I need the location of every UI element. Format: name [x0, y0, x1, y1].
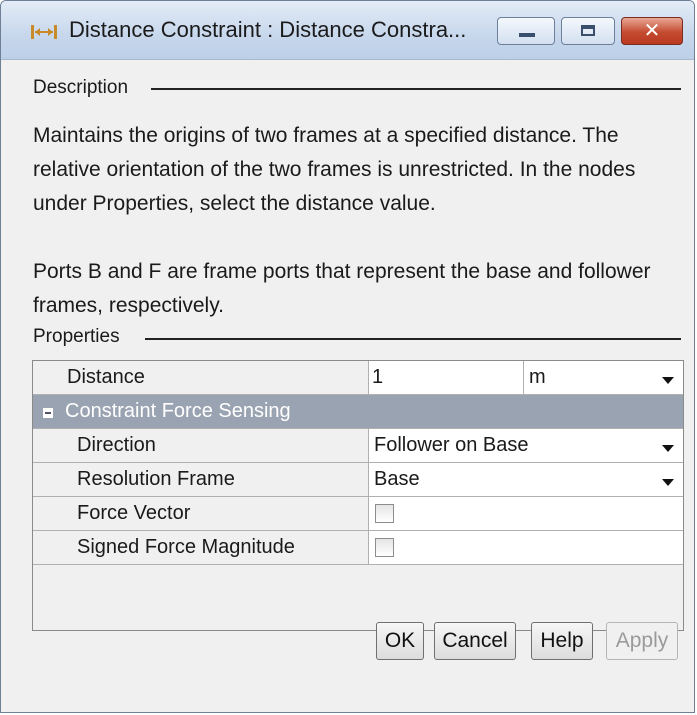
property-name: Resolution Frame: [33, 463, 369, 496]
description-paragraph: Maintains the origins of two frames at a…: [33, 124, 636, 215]
apply-button[interactable]: Apply: [606, 622, 678, 660]
minimize-button[interactable]: [497, 17, 555, 45]
direction-dropdown[interactable]: Follower on Base: [370, 429, 683, 462]
properties-divider: [145, 338, 681, 340]
group-label: Constraint Force Sensing: [65, 400, 291, 422]
close-button[interactable]: ✕: [621, 17, 683, 45]
close-icon: ✕: [643, 20, 661, 42]
property-group-constraint-force-sensing[interactable]: Constraint Force Sensing: [33, 395, 683, 429]
chevron-down-icon: [662, 479, 674, 486]
maximize-button[interactable]: [561, 17, 615, 45]
distance-unit-value: m: [529, 366, 546, 388]
signed-force-magnitude-checkbox[interactable]: [375, 538, 394, 557]
ok-button[interactable]: OK: [376, 622, 424, 660]
property-row-force-vector: Force Vector: [33, 497, 683, 531]
resolution-frame-dropdown[interactable]: Base: [370, 463, 683, 496]
direction-value: Follower on Base: [374, 434, 529, 456]
property-row-direction: Direction Follower on Base: [33, 429, 683, 463]
cancel-button[interactable]: Cancel: [434, 622, 516, 660]
property-name: Force Vector: [33, 497, 369, 530]
description-text: Maintains the origins of two frames at a…: [33, 119, 673, 323]
property-grid: Distance 1 m Constraint Force Sensing Di…: [32, 360, 684, 631]
maximize-icon: [581, 25, 595, 36]
property-name: Direction: [33, 429, 369, 462]
help-button[interactable]: Help: [531, 622, 593, 660]
properties-label: Properties: [33, 326, 128, 348]
minimize-icon: [519, 33, 535, 37]
property-row-resolution-frame: Resolution Frame Base: [33, 463, 683, 497]
property-name: Distance: [33, 361, 369, 394]
collapse-icon[interactable]: [43, 408, 53, 418]
property-row-signed-force-magnitude: Signed Force Magnitude: [33, 531, 683, 565]
chevron-down-icon: [662, 377, 674, 384]
distance-constraint-icon: [31, 25, 57, 39]
force-vector-checkbox[interactable]: [375, 504, 394, 523]
title-bar[interactable]: Distance Constraint : Distance Constra..…: [1, 1, 694, 60]
description-divider: [151, 88, 681, 90]
property-name: Signed Force Magnitude: [33, 531, 369, 564]
dialog-window: Distance Constraint : Distance Constra..…: [0, 0, 695, 713]
description-paragraph: Ports B and F are frame ports that repre…: [33, 260, 651, 317]
window-title: Distance Constraint : Distance Constra..…: [69, 17, 467, 42]
distance-value-field[interactable]: 1: [370, 361, 524, 394]
property-row-distance: Distance 1 m: [33, 361, 683, 395]
description-label: Description: [33, 77, 137, 99]
chevron-down-icon: [662, 445, 674, 452]
distance-unit-dropdown[interactable]: m: [525, 361, 683, 394]
resolution-frame-value: Base: [374, 468, 420, 490]
